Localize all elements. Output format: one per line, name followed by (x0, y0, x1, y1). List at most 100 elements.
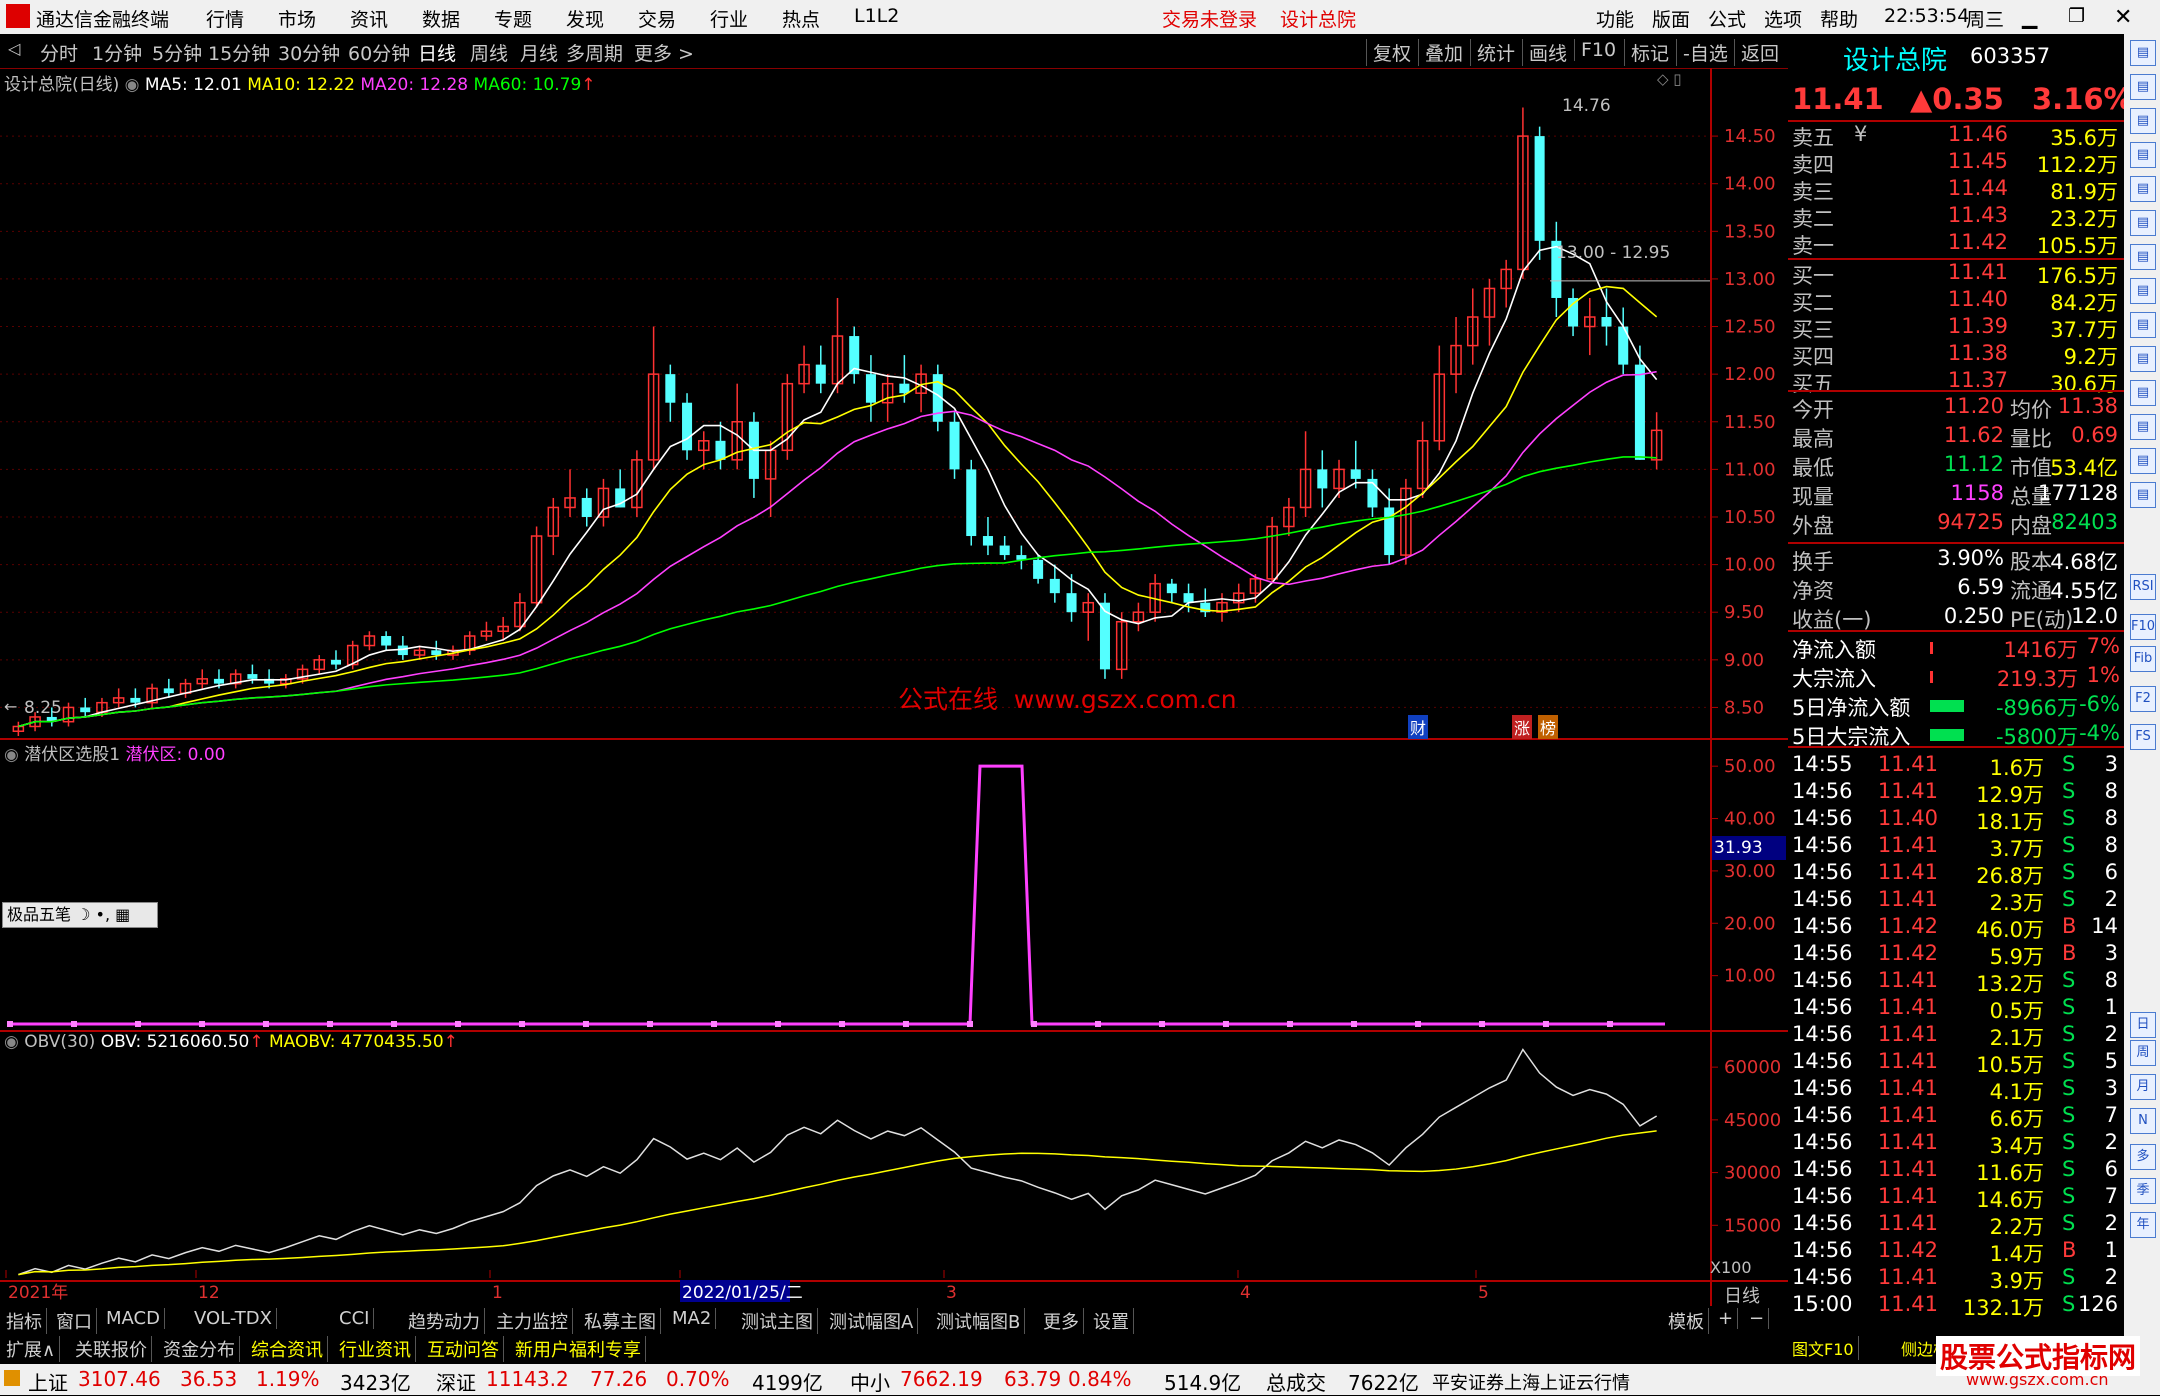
tool-icon[interactable]: ▤ (2130, 312, 2156, 338)
sh-label[interactable]: 上证 (28, 1367, 68, 1396)
settings-icon[interactable]: ◉ (125, 75, 140, 95)
tool-icon[interactable]: ▤ (2130, 108, 2156, 134)
ask-row[interactable]: 卖五 11.46 35.6万 (1788, 122, 2124, 150)
status-menu-icon[interactable] (4, 1370, 20, 1386)
period-day[interactable]: 日线 (418, 39, 456, 66)
settings-icon[interactable]: ◉ (4, 1032, 19, 1052)
indicator-tab-6[interactable]: 主力监控 (492, 1308, 573, 1334)
tick-row[interactable]: 14:56 11.41 3.7万 S 8 (1788, 833, 2124, 861)
tool-icon[interactable]: ▤ (2130, 278, 2156, 304)
ime-toolbar[interactable]: 极品五笔 ☽ •, ▦ (2, 902, 158, 928)
indicator-tab-4[interactable]: CCI (335, 1308, 375, 1329)
side-icon-9[interactable]: Fib (2130, 646, 2156, 672)
tool-icon[interactable]: ▤ (2130, 380, 2156, 406)
indicator-tab-3[interactable]: VOL-TDX (190, 1308, 277, 1329)
moon-icon[interactable]: ☽ •, ▦ (76, 905, 130, 924)
tick-row[interactable]: 14:56 11.42 1.4万 B 1 (1788, 1238, 2124, 1266)
tick-row[interactable]: 14:55 11.41 1.6万 S 3 (1788, 752, 2124, 780)
indicator-tab-10[interactable]: 测试幅图A (825, 1308, 919, 1334)
tool-icon[interactable]: ▤ (2130, 40, 2156, 66)
menu-trade[interactable]: 交易 (638, 5, 676, 32)
tick-row[interactable]: 14:56 11.41 3.4万 S 2 (1788, 1130, 2124, 1158)
tool-icon[interactable]: ▤ (2130, 210, 2156, 236)
info-tab-0[interactable]: 扩展∧ (2, 1336, 61, 1362)
menu-news[interactable]: 资讯 (350, 5, 388, 32)
ask-row[interactable]: 卖四 11.45 112.2万 (1788, 149, 2124, 177)
menu-industry[interactable]: 行业 (710, 5, 748, 32)
trade-status[interactable]: 交易未登录 (1162, 5, 1257, 32)
tick-row[interactable]: 14:56 11.40 18.1万 S 8 (1788, 806, 2124, 834)
side-icon-0[interactable]: 日 (2130, 1012, 2156, 1038)
indicator-tab-1[interactable]: 窗口 (52, 1308, 97, 1334)
stat-row[interactable]: 最高 11.62 量比 0.69 (1788, 423, 2124, 451)
info-tab-4[interactable]: 行业资讯 (335, 1336, 416, 1362)
template-tab-2[interactable]: − (1745, 1308, 1770, 1329)
collapse-icon[interactable]: ◁ (8, 39, 20, 58)
zx-label[interactable]: 中小 (850, 1367, 890, 1396)
limit-up-marker[interactable]: 涨 (1512, 715, 1533, 739)
tool-back[interactable]: 返回 (1734, 39, 1785, 66)
indicator-tab-0[interactable]: 指标 (2, 1308, 47, 1334)
period-1min[interactable]: 1分钟 (92, 39, 142, 66)
stat-row[interactable]: 现量 1158 总量 177128 (1788, 481, 2124, 509)
indicator-tab-2[interactable]: MACD (102, 1308, 165, 1329)
menu-l1l2[interactable]: L1L2 (854, 5, 899, 27)
indicator-tab-13[interactable]: 设置 (1089, 1308, 1134, 1334)
tool-mark[interactable]: 标记 (1624, 39, 1675, 66)
side-icon-1[interactable]: 周 (2130, 1040, 2156, 1066)
template-tab-1[interactable]: + (1714, 1308, 1739, 1329)
finance-marker[interactable]: 财 (1408, 715, 1429, 739)
panel-tab-0[interactable]: 图文F10 (1788, 1336, 1859, 1360)
list-marker[interactable]: 榜 (1538, 715, 1559, 739)
tick-row[interactable]: 14:56 11.41 4.1万 S 3 (1788, 1076, 2124, 1104)
tick-row[interactable]: 14:56 11.41 26.8万 S 6 (1788, 860, 2124, 888)
tick-row[interactable]: 14:56 11.41 2.2万 S 2 (1788, 1211, 2124, 1239)
period-5min[interactable]: 5分钟 (152, 39, 202, 66)
tool-icon[interactable]: ▤ (2130, 74, 2156, 100)
tick-row[interactable]: 14:56 11.41 10.5万 S 5 (1788, 1049, 2124, 1077)
stat-row[interactable]: 最低 11.12 市值 53.4亿 (1788, 452, 2124, 480)
period-week[interactable]: 周线 (470, 39, 508, 66)
ask-row[interactable]: 卖一 11.42 105.5万 (1788, 230, 2124, 258)
menu-topics[interactable]: 专题 (494, 5, 532, 32)
stat-row[interactable]: 外盘 94725 内盘 82403 (1788, 510, 2124, 538)
menu-market[interactable]: 市场 (278, 5, 316, 32)
tool-icon[interactable]: ▤ (2130, 448, 2156, 474)
period-30min[interactable]: 30分钟 (278, 39, 340, 66)
tick-row[interactable]: 14:56 11.41 13.2万 S 8 (1788, 968, 2124, 996)
period-multi[interactable]: 多周期 (566, 39, 623, 66)
bid-row[interactable]: 买四 11.38 9.2万 (1788, 341, 2124, 369)
side-icon-7[interactable]: RSI (2130, 574, 2156, 600)
period-more[interactable]: 更多 > (634, 39, 694, 66)
tick-row[interactable]: 14:56 11.41 2.1万 S 2 (1788, 1022, 2124, 1050)
tool-icon[interactable]: ▤ (2130, 244, 2156, 270)
tool-icon[interactable]: ▤ (2130, 346, 2156, 372)
period-60min[interactable]: 60分钟 (348, 39, 410, 66)
side-icon-2[interactable]: 月 (2130, 1074, 2156, 1100)
tool-icon[interactable]: ▤ (2130, 142, 2156, 168)
stat-row[interactable]: 换手 3.90% 股本 4.68亿 (1788, 546, 2124, 574)
close-icon[interactable]: ✕ (2114, 5, 2132, 30)
side-icon-6[interactable]: 年 (2130, 1212, 2156, 1238)
info-tab-3[interactable]: 综合资讯 (247, 1336, 328, 1362)
tick-row[interactable]: 14:56 11.42 46.0万 B 14 (1788, 914, 2124, 942)
side-icon-11[interactable]: FS (2130, 724, 2156, 750)
side-icon-5[interactable]: 季 (2130, 1178, 2156, 1204)
bid-row[interactable]: 买一 11.41 176.5万 (1788, 260, 2124, 288)
info-tab-6[interactable]: 新用户福利专享 (511, 1336, 646, 1362)
side-icon-3[interactable]: N (2130, 1108, 2156, 1134)
ask-row[interactable]: 卖二 11.43 23.2万 (1788, 203, 2124, 231)
menu-help[interactable]: 帮助 (1820, 5, 1858, 32)
money-flow-row[interactable]: 大宗流入 219.3万 1% (1788, 663, 2124, 691)
menu-options[interactable]: 选项 (1764, 5, 1802, 32)
bid-row[interactable]: 买二 11.40 84.2万 (1788, 287, 2124, 315)
settings-icon[interactable]: ◉ (4, 745, 19, 765)
menu-data[interactable]: 数据 (422, 5, 460, 32)
menu-function[interactable]: 功能 (1596, 5, 1634, 32)
menu-quotes[interactable]: 行情 (206, 5, 244, 32)
tool-icon[interactable]: ▤ (2130, 176, 2156, 202)
template-tab-0[interactable]: 模板 (1664, 1308, 1709, 1334)
tick-row[interactable]: 14:56 11.41 12.9万 S 8 (1788, 779, 2124, 807)
stat-row[interactable]: 收益(一) 0.250 PE(动) 12.0 (1788, 604, 2124, 632)
money-flow-row[interactable]: 净流入额 1416万 7% (1788, 634, 2124, 662)
